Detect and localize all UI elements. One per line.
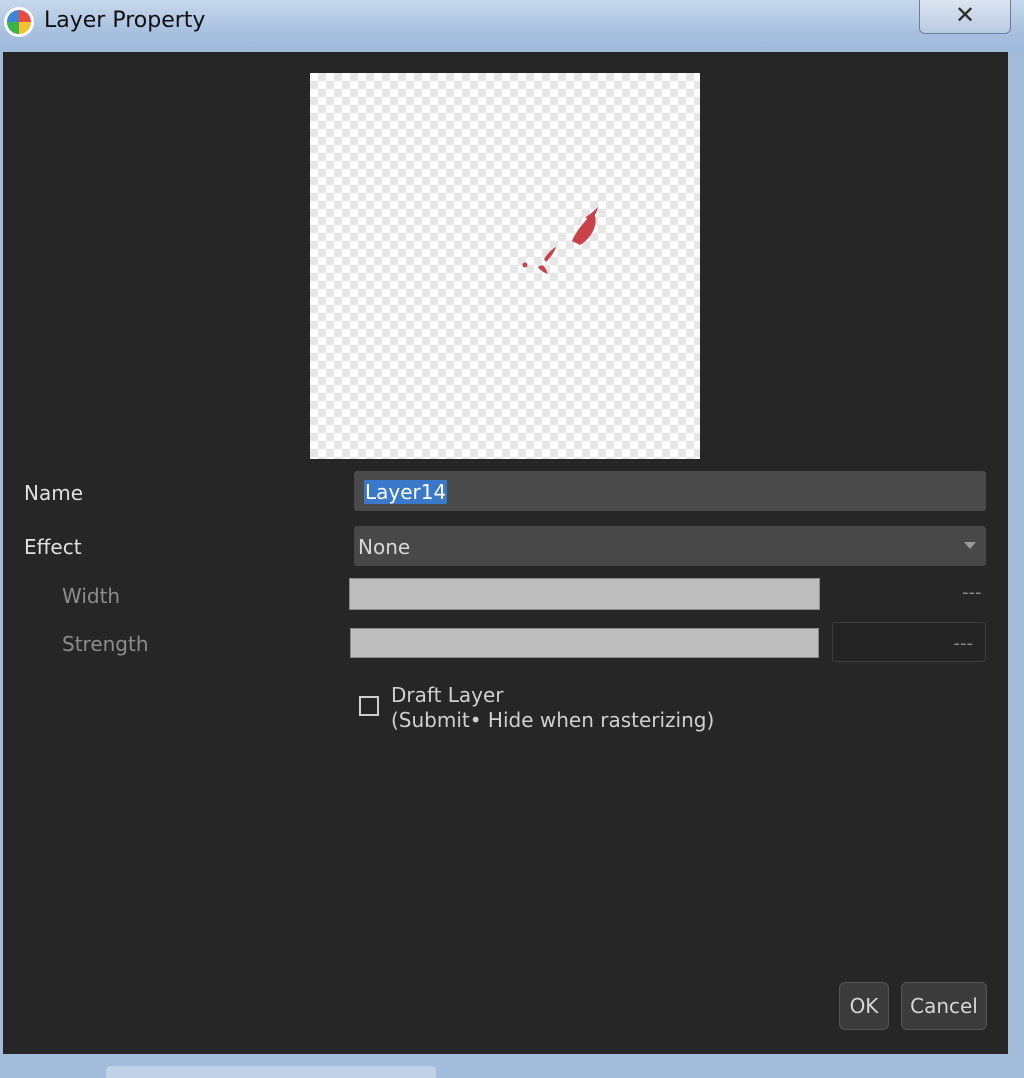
app-color-wheel-icon — [7, 10, 31, 34]
close-button[interactable]: ✕ — [919, 0, 1011, 34]
name-input[interactable]: Layer14 — [354, 471, 986, 511]
window-frame-right — [1008, 52, 1024, 1056]
cancel-button[interactable]: Cancel — [901, 982, 987, 1030]
effect-label: Effect — [24, 535, 82, 559]
brush-stroke — [544, 247, 556, 262]
strength-label: Strength — [62, 632, 149, 656]
brush-stroke — [522, 262, 528, 268]
brush-stroke — [538, 265, 548, 274]
name-input-value: Layer14 — [364, 480, 448, 504]
background-scrollbar — [106, 1066, 436, 1078]
close-icon: ✕ — [954, 1, 976, 29]
window-title: Layer Property — [44, 8, 206, 33]
layer-preview — [310, 73, 700, 459]
effect-dropdown-value: None — [358, 535, 411, 559]
layer-preview-strokes — [522, 207, 598, 274]
width-value: --- — [962, 582, 982, 603]
chevron-down-icon — [964, 542, 976, 549]
width-label: Width — [62, 584, 121, 608]
width-slider[interactable] — [349, 578, 820, 610]
strength-input[interactable]: --- — [832, 622, 986, 662]
draft-layer-checkbox[interactable] — [359, 696, 379, 716]
draft-layer-hint: (Submit• Hide when rasterizing) — [391, 708, 715, 732]
effect-dropdown[interactable]: None — [354, 526, 986, 566]
ok-button[interactable]: OK — [839, 982, 889, 1030]
strength-slider[interactable] — [350, 628, 819, 658]
strength-value: --- — [953, 633, 974, 654]
title-bar: Layer Property ✕ — [0, 0, 1024, 52]
draft-layer-label[interactable]: Draft Layer — [391, 683, 504, 707]
name-label: Name — [24, 481, 84, 505]
